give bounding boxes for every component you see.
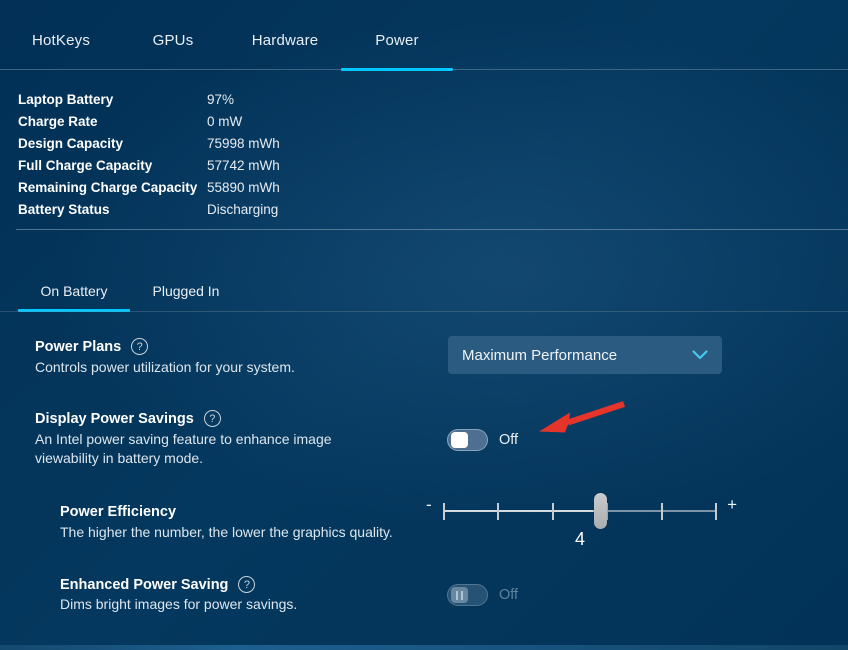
battery-mode-tab-bar: On Battery Plugged In	[18, 270, 242, 311]
tab-hotkeys[interactable]: HotKeys	[5, 12, 117, 70]
slider-track[interactable]	[444, 510, 716, 512]
enhanced-power-saving-toggle-state: Off	[499, 587, 518, 603]
slider-thumb[interactable]	[594, 493, 607, 529]
power-efficiency-section-title: Power Efficiency	[60, 504, 176, 520]
toggle-grip-mark	[461, 591, 463, 600]
battery-row-label: Remaining Charge Capacity	[18, 177, 207, 199]
battery-info-table: Laptop Battery 97% Charge Rate 0 mW Desi…	[18, 89, 280, 221]
chevron-down-icon	[692, 350, 708, 360]
display-power-savings-toggle-state: Off	[499, 432, 518, 448]
main-tab-bar: HotKeys GPUs Hardware Power	[0, 0, 848, 70]
help-icon[interactable]: ?	[204, 410, 221, 427]
display-power-savings-description-line1: An Intel power saving feature to enhance…	[35, 431, 332, 447]
display-power-savings-title: Display Power Savings	[35, 411, 194, 427]
power-plans-section-title: Power Plans ?	[35, 338, 148, 355]
annotation-arrow	[528, 396, 630, 440]
slider-tick	[715, 503, 717, 520]
slider-tick	[497, 503, 499, 520]
section-divider	[16, 229, 848, 230]
battery-row-value: 0 mW	[207, 111, 280, 133]
slider-plus-label[interactable]: +	[727, 495, 737, 515]
power-efficiency-slider: - + 4	[425, 492, 737, 554]
tab-hardware[interactable]: Hardware	[229, 12, 341, 70]
enhanced-power-saving-toggle[interactable]	[447, 584, 488, 606]
power-plan-selected-value: Maximum Performance	[462, 347, 617, 364]
enhanced-power-saving-section-title: Enhanced Power Saving ?	[60, 576, 255, 593]
tab-on-battery[interactable]: On Battery	[18, 270, 130, 311]
tab-gpus[interactable]: GPUs	[117, 12, 229, 70]
battery-row-label: Full Charge Capacity	[18, 155, 207, 177]
toggle-knob	[451, 587, 468, 603]
power-settings-panel: HotKeys GPUs Hardware Power Laptop Batte…	[0, 0, 848, 650]
slider-tick	[443, 503, 445, 520]
enhanced-power-saving-description: Dims bright images for power savings.	[60, 596, 297, 612]
battery-row-value: Discharging	[207, 199, 280, 221]
enhanced-power-saving-title: Enhanced Power Saving	[60, 577, 228, 593]
power-efficiency-description: The higher the number, the lower the gra…	[60, 524, 393, 540]
display-power-savings-section-title: Display Power Savings ?	[35, 410, 221, 427]
tab-plugged-in[interactable]: Plugged In	[130, 270, 242, 311]
slider-tick	[661, 503, 663, 520]
battery-row-value: 97%	[207, 89, 280, 111]
power-plans-description: Controls power utilization for your syst…	[35, 359, 295, 375]
toggle-knob	[451, 432, 468, 448]
display-power-savings-description-line2: viewability in battery mode.	[35, 450, 203, 466]
battery-row-label: Design Capacity	[18, 133, 207, 155]
tab-power[interactable]: Power	[341, 12, 453, 70]
window-bottom-edge	[0, 645, 848, 650]
help-icon[interactable]: ?	[238, 576, 255, 593]
battery-row-label: Battery Status	[18, 199, 207, 221]
battery-row-value: 57742 mWh	[207, 155, 280, 177]
slider-tick	[552, 503, 554, 520]
help-icon[interactable]: ?	[131, 338, 148, 355]
toggle-grip-mark	[456, 591, 458, 600]
battery-row-value: 75998 mWh	[207, 133, 280, 155]
power-efficiency-title: Power Efficiency	[60, 504, 176, 520]
battery-row-label: Charge Rate	[18, 111, 207, 133]
slider-minus-label[interactable]: -	[426, 495, 432, 515]
power-plans-title: Power Plans	[35, 339, 121, 355]
subtab-divider	[0, 311, 848, 312]
display-power-savings-toggle[interactable]	[447, 429, 488, 451]
slider-value: 4	[444, 529, 716, 550]
power-plan-dropdown[interactable]: Maximum Performance	[448, 336, 722, 374]
battery-row-value: 55890 mWh	[207, 177, 280, 199]
battery-row-label: Laptop Battery	[18, 89, 207, 111]
